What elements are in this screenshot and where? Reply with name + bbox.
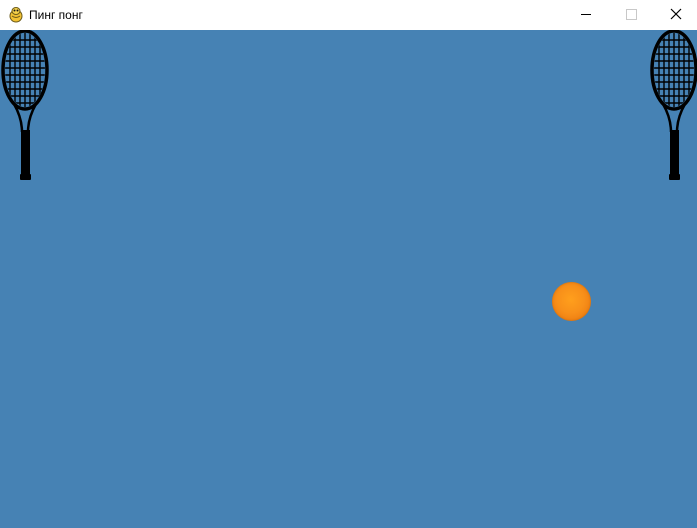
game-window: Пинг понг	[0, 0, 697, 528]
title-bar[interactable]: Пинг понг	[0, 0, 697, 30]
game-canvas[interactable]	[0, 30, 697, 528]
tennis-racket-icon	[1, 30, 49, 180]
tennis-racket-icon	[650, 30, 697, 180]
pygame-snake-icon	[8, 6, 24, 23]
window-title: Пинг понг	[29, 8, 83, 22]
left-racket	[0, 30, 52, 181]
minimize-button[interactable]	[563, 0, 609, 30]
close-button[interactable]	[651, 0, 697, 30]
tennis-ball	[552, 282, 591, 321]
game-background	[0, 30, 697, 528]
maximize-icon	[626, 9, 637, 20]
close-icon	[670, 8, 682, 20]
maximize-button[interactable]	[609, 0, 655, 30]
right-racket	[649, 30, 697, 181]
minimize-icon	[581, 14, 591, 15]
